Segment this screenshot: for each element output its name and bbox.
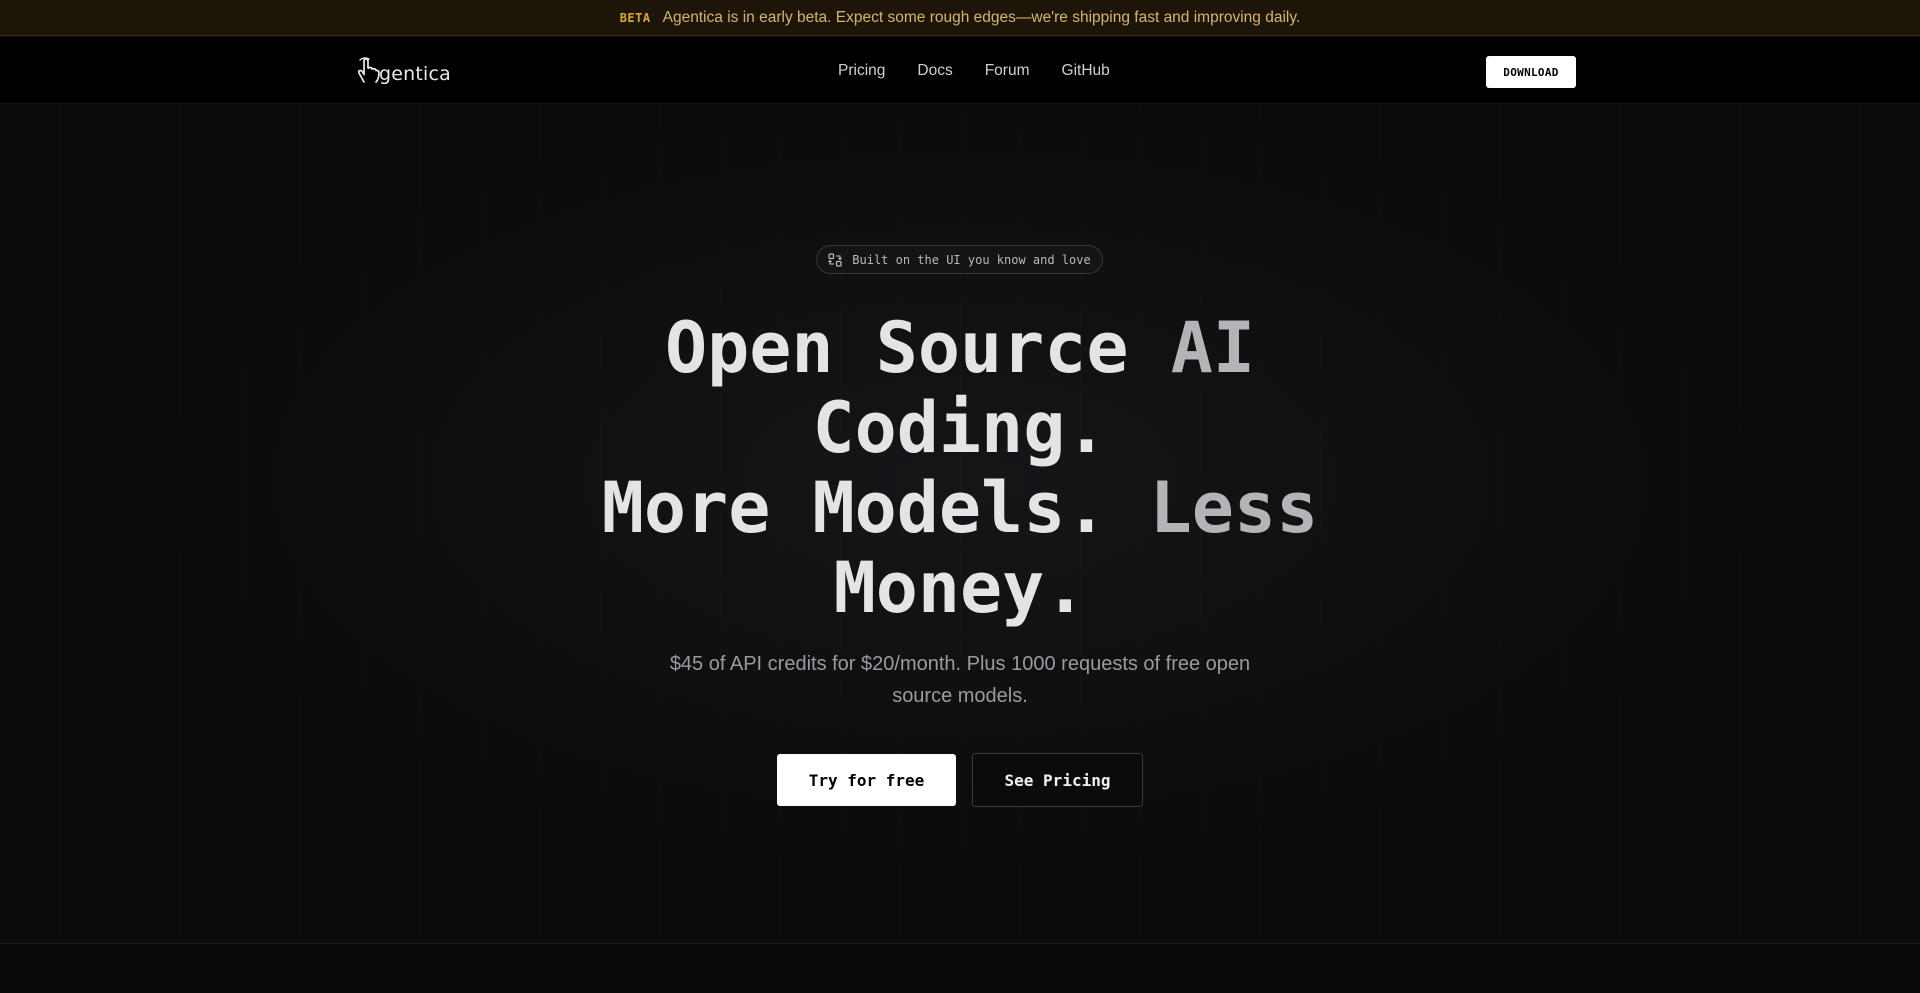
code-diff-icon xyxy=(828,252,843,267)
pill-text: Built on the UI you know and love xyxy=(852,252,1091,267)
headline-more-models: More Models. xyxy=(601,467,1150,549)
headline-line-3: More Models. Less xyxy=(560,468,1360,548)
beta-message: Agentica is in early beta. Expect some r… xyxy=(662,8,1301,26)
headline-line-2: Coding. xyxy=(812,387,1108,469)
hero-headline: Open Source AI Coding. More Models. Less… xyxy=(560,308,1360,628)
nav-link-forum[interactable]: Forum xyxy=(985,62,1030,80)
headline-open-source: Open Source xyxy=(664,307,1171,389)
try-for-free-button[interactable]: Try for free xyxy=(777,754,956,806)
nav-link-pricing[interactable]: Pricing xyxy=(838,62,885,80)
headline-less: Less xyxy=(1149,467,1319,549)
download-button[interactable]: DOWNLOAD xyxy=(1486,56,1576,88)
beta-badge: BETA xyxy=(619,10,651,25)
headline-ai: AI xyxy=(1170,307,1256,389)
nav-link-github[interactable]: GitHub xyxy=(1062,62,1110,80)
hero-subtext: $45 of API credits for $20/month. Plus 1… xyxy=(669,653,1251,707)
top-nav: gentica Pricing Docs Forum GitHub DOWNLO… xyxy=(0,37,1920,104)
headline-line-4: Money. xyxy=(833,547,1087,629)
nav-links: Pricing Docs Forum GitHub xyxy=(838,37,1142,104)
headline-line-1: Open Source AI xyxy=(560,308,1360,388)
logo-text: gentica xyxy=(379,63,452,85)
beta-banner: BETA Agentica is in early beta. Expect s… xyxy=(0,0,1920,36)
hand-pointer-icon xyxy=(357,57,380,83)
ui-pill-badge: Built on the UI you know and love xyxy=(816,245,1103,274)
nav-link-docs[interactable]: Docs xyxy=(917,62,952,80)
lower-section xyxy=(0,944,1920,993)
logo[interactable]: gentica xyxy=(355,54,451,86)
see-pricing-button[interactable]: See Pricing xyxy=(972,753,1143,807)
